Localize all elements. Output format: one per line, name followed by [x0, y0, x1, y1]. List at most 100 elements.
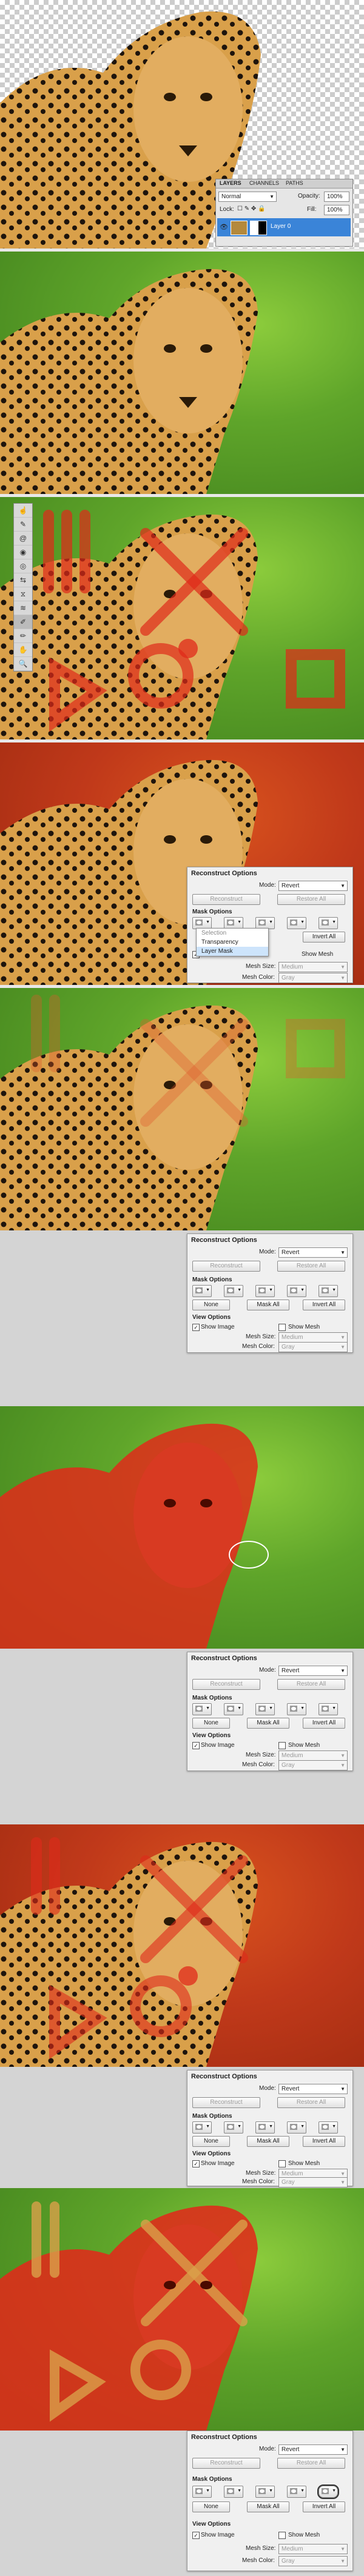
add-to-selection-icon[interactable]: ▼ [224, 1285, 243, 1297]
reconstruct-button[interactable]: Reconstruct [192, 2097, 260, 2108]
fill-input[interactable]: 100% [324, 205, 349, 215]
dropdown-item-selection[interactable]: Selection [197, 929, 268, 938]
restore-all-button[interactable]: Restore All [277, 2458, 345, 2469]
restore-all-button[interactable]: Restore All [277, 1261, 345, 1272]
show-image-checkbox[interactable]: ✓ [192, 2160, 200, 2167]
push-left-tool-icon[interactable]: ⇆ [14, 573, 32, 587]
replace-selection-icon[interactable]: ▼ [192, 917, 212, 929]
replace-selection-icon[interactable]: ▼ [192, 2486, 212, 2498]
zoom-tool-icon[interactable]: 🔍 [14, 657, 32, 671]
layer-mask-thumbnail[interactable] [250, 221, 267, 235]
subtract-selection-icon[interactable]: ▼ [255, 2121, 275, 2134]
mask-all-button[interactable]: Mask All [247, 1300, 289, 1310]
invert-all-button[interactable]: Invert All [303, 932, 345, 943]
intersect-selection-icon[interactable]: ▼ [287, 917, 306, 929]
invert-all-button[interactable]: Invert All [303, 1300, 345, 1310]
reconstruct-button[interactable]: Reconstruct [192, 2458, 260, 2469]
show-mesh-checkbox[interactable] [278, 2160, 286, 2167]
add-to-selection-icon[interactable]: ▼ [224, 1703, 243, 1715]
mesh-color-select[interactable]: Gray ▼ [278, 2556, 348, 2566]
mesh-size-label: Mesh Size: [246, 1333, 276, 1340]
layer-row[interactable]: 👁 Layer 0 [217, 218, 351, 236]
none-button[interactable]: None [192, 1718, 230, 1729]
mesh-color-select[interactable]: Gray ▼ [278, 973, 348, 983]
subtract-selection-icon[interactable]: ▼ [255, 2486, 275, 2498]
layer-name[interactable]: Layer 0 [271, 223, 291, 230]
mirror-tool-icon[interactable]: ⧖ [14, 587, 32, 601]
forward-warp-tool-icon[interactable]: ☝ [14, 504, 32, 518]
tab-layers[interactable]: LAYERS [220, 180, 241, 186]
reconstruct-tool-icon[interactable]: ✎ [14, 518, 32, 532]
show-image-checkbox[interactable]: ✓ [192, 1742, 200, 1749]
none-button[interactable]: None [192, 1300, 230, 1310]
show-mesh-checkbox[interactable] [278, 1742, 286, 1749]
opacity-input[interactable]: 100% [324, 192, 349, 202]
invert-selection-icon[interactable]: ▼ [318, 1285, 338, 1297]
mesh-color-select[interactable]: Gray ▼ [278, 2177, 348, 2187]
mask-all-button[interactable]: Mask All [247, 2136, 289, 2147]
mode-select[interactable]: Revert ▼ [278, 881, 348, 891]
none-button[interactable]: None [192, 2136, 230, 2147]
mode-select[interactable]: Revert ▼ [278, 2084, 348, 2094]
invert-all-button[interactable]: Invert All [303, 1718, 345, 1729]
show-image-checkbox[interactable]: ✓ [192, 1324, 200, 1331]
options-panel: Reconstruct Options Mode: Revert ▼ Recons… [187, 1652, 353, 1771]
mode-select[interactable]: Revert ▼ [278, 2444, 348, 2455]
none-button[interactable]: None [192, 2501, 230, 2512]
mesh-color-select[interactable]: Gray ▼ [278, 1760, 348, 1770]
mode-select[interactable]: Revert ▼ [278, 1666, 348, 1676]
add-to-selection-icon[interactable]: ▼ [224, 2486, 243, 2498]
show-mesh-checkbox[interactable] [278, 1324, 286, 1331]
intersect-selection-icon[interactable]: ▼ [287, 2486, 306, 2498]
invert-all-button[interactable]: Invert All [303, 2501, 345, 2512]
replace-selection-icon[interactable]: ▼ [192, 1285, 212, 1297]
show-image-checkbox[interactable]: ✓ [192, 2532, 200, 2539]
restore-all-button[interactable]: Restore All [277, 2097, 345, 2108]
invert-selection-icon[interactable]: ▼ [318, 2121, 338, 2134]
dropdown-item-layer-mask[interactable]: Layer Mask [197, 947, 268, 956]
add-to-selection-icon[interactable]: ▼ [224, 917, 243, 929]
twirl-tool-icon[interactable]: @ [14, 532, 32, 546]
dropdown-item-transparency[interactable]: Transparency [197, 938, 268, 947]
restore-all-button[interactable]: Restore All [277, 1679, 345, 1690]
freeze-mask-tool-icon[interactable]: ✐ [14, 615, 32, 629]
replace-selection-icon[interactable]: ▼ [192, 2121, 212, 2134]
reconstruct-button[interactable]: Reconstruct [192, 894, 260, 905]
show-mesh-checkbox[interactable] [278, 2532, 286, 2539]
mesh-size-select[interactable]: Medium ▼ [278, 1750, 348, 1761]
invert-selection-icon[interactable]: ▼ [318, 1703, 338, 1715]
reconstruct-button[interactable]: Reconstruct [192, 1261, 260, 1272]
tab-paths[interactable]: PATHS [286, 180, 303, 186]
intersect-selection-icon[interactable]: ▼ [287, 1703, 306, 1715]
add-to-selection-icon[interactable]: ▼ [224, 2121, 243, 2134]
blend-mode-select[interactable]: Normal ▼ [218, 192, 277, 202]
eye-icon[interactable]: 👁 [220, 223, 228, 231]
turbulence-tool-icon[interactable]: ≋ [14, 601, 32, 615]
invert-selection-icon[interactable]: ▼ [317, 2484, 339, 2499]
mask-source-dropdown: Selection Transparency Layer Mask [196, 928, 269, 956]
restore-all-button[interactable]: Restore All [277, 894, 345, 905]
mode-label: Mode: [259, 1249, 276, 1255]
thaw-mask-tool-icon[interactable]: ✏ [14, 629, 32, 643]
bloat-tool-icon[interactable]: ◎ [14, 559, 32, 573]
replace-selection-icon[interactable]: ▼ [192, 1703, 212, 1715]
tab-channels[interactable]: CHANNELS [249, 180, 279, 186]
mask-all-button[interactable]: Mask All [247, 1718, 289, 1729]
subtract-selection-icon[interactable]: ▼ [255, 1285, 275, 1297]
mesh-size-select[interactable]: Medium ▼ [278, 1332, 348, 1343]
subtract-selection-icon[interactable]: ▼ [255, 917, 275, 929]
mask-all-button[interactable]: Mask All [247, 2501, 289, 2512]
mesh-size-select[interactable]: Medium ▼ [278, 2544, 348, 2554]
mesh-size-select[interactable]: Medium ▼ [278, 962, 348, 972]
mesh-color-select[interactable]: Gray ▼ [278, 1342, 348, 1352]
intersect-selection-icon[interactable]: ▼ [287, 1285, 306, 1297]
intersect-selection-icon[interactable]: ▼ [287, 2121, 306, 2134]
reconstruct-button[interactable]: Reconstruct [192, 1679, 260, 1690]
mode-select[interactable]: Revert ▼ [278, 1247, 348, 1258]
invert-selection-icon[interactable]: ▼ [318, 917, 338, 929]
subtract-selection-icon[interactable]: ▼ [255, 1703, 275, 1715]
lock-icons[interactable]: ☐ ✎ ✥ 🔒 [237, 205, 266, 212]
pucker-tool-icon[interactable]: ◉ [14, 546, 32, 559]
hand-tool-icon[interactable]: ✋ [14, 643, 32, 657]
invert-all-button[interactable]: Invert All [303, 2136, 345, 2147]
